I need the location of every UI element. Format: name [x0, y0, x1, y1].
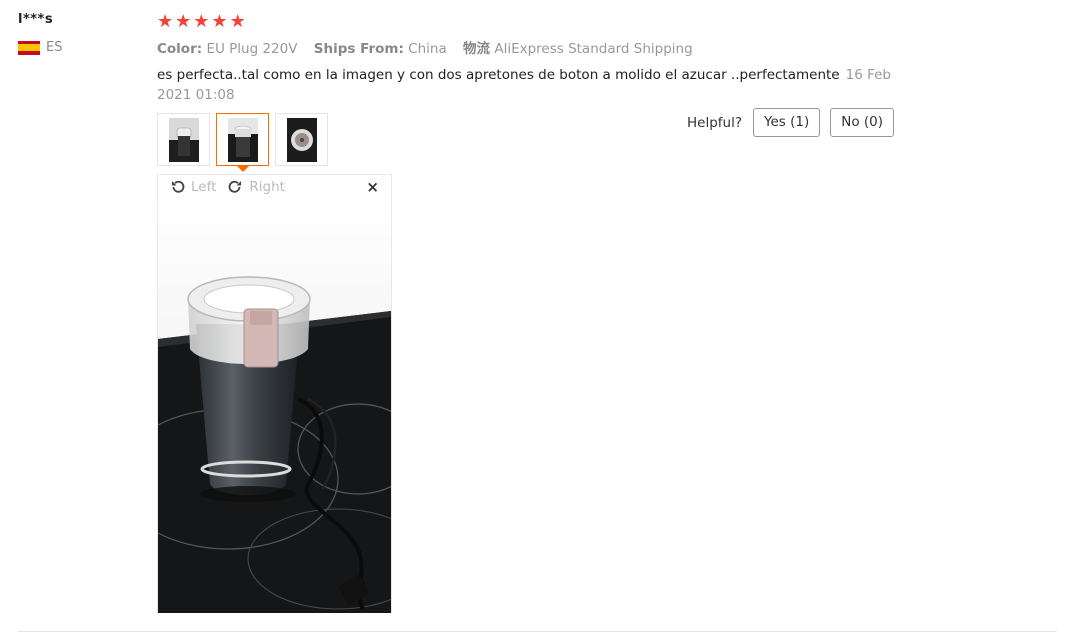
review-text: es perfecta..tal como en la imagen y con…: [157, 67, 891, 103]
helpful-section: Helpful? Yes (1) No (0): [687, 108, 895, 137]
star-icon: ★: [229, 11, 246, 32]
star-rating: ★ ★ ★ ★ ★: [157, 12, 1057, 32]
helpful-yes-button[interactable]: Yes (1): [753, 108, 821, 137]
review-meta: Color: EU Plug 220V Ships From: China 物流…: [157, 37, 1057, 57]
review-thumbnails: [157, 113, 328, 172]
spain-flag-icon: [18, 40, 40, 55]
logistics-attr: 物流 AliExpress Standard Shipping: [463, 41, 693, 57]
rotate-left-icon: [172, 180, 185, 193]
review-body: ★ ★ ★ ★ ★ Color: EU Plug 220V Ships From…: [157, 12, 1057, 172]
close-viewer-icon[interactable]: ×: [366, 178, 379, 196]
rotate-right-icon: [229, 180, 242, 193]
thumbnail-1[interactable]: [157, 113, 210, 166]
rotate-right-button[interactable]: Right: [226, 179, 285, 195]
grinder-photo-thumbnail: [168, 117, 199, 162]
color-attr: Color: EU Plug 220V: [157, 41, 298, 57]
country-code: ES: [46, 40, 63, 55]
thumbnail-2[interactable]: [216, 113, 269, 172]
star-icon: ★: [211, 11, 228, 32]
star-icon: ★: [193, 11, 210, 32]
ships-from-attr: Ships From: China: [313, 41, 447, 57]
reviewer-info: l***s ES: [18, 12, 62, 55]
grinder-photo-thumbnail: [227, 117, 258, 162]
reviewer-name: l***s: [18, 12, 54, 27]
grinder-photo: [158, 199, 391, 613]
review-divider: [18, 631, 1057, 632]
star-icon: ★: [157, 11, 174, 32]
helpful-no-button[interactable]: No (0): [830, 108, 895, 137]
star-icon: ★: [175, 11, 192, 32]
thumbnail-3[interactable]: [275, 113, 328, 166]
rotate-left-button[interactable]: Left: [170, 179, 216, 195]
helpful-label: Helpful?: [687, 114, 743, 131]
grinder-top-photo-thumbnail: [286, 117, 317, 162]
reviewer-country: ES: [18, 40, 62, 55]
viewer-toolbar: Left Right ×: [158, 175, 391, 199]
image-viewer: Left Right ×: [157, 174, 392, 613]
